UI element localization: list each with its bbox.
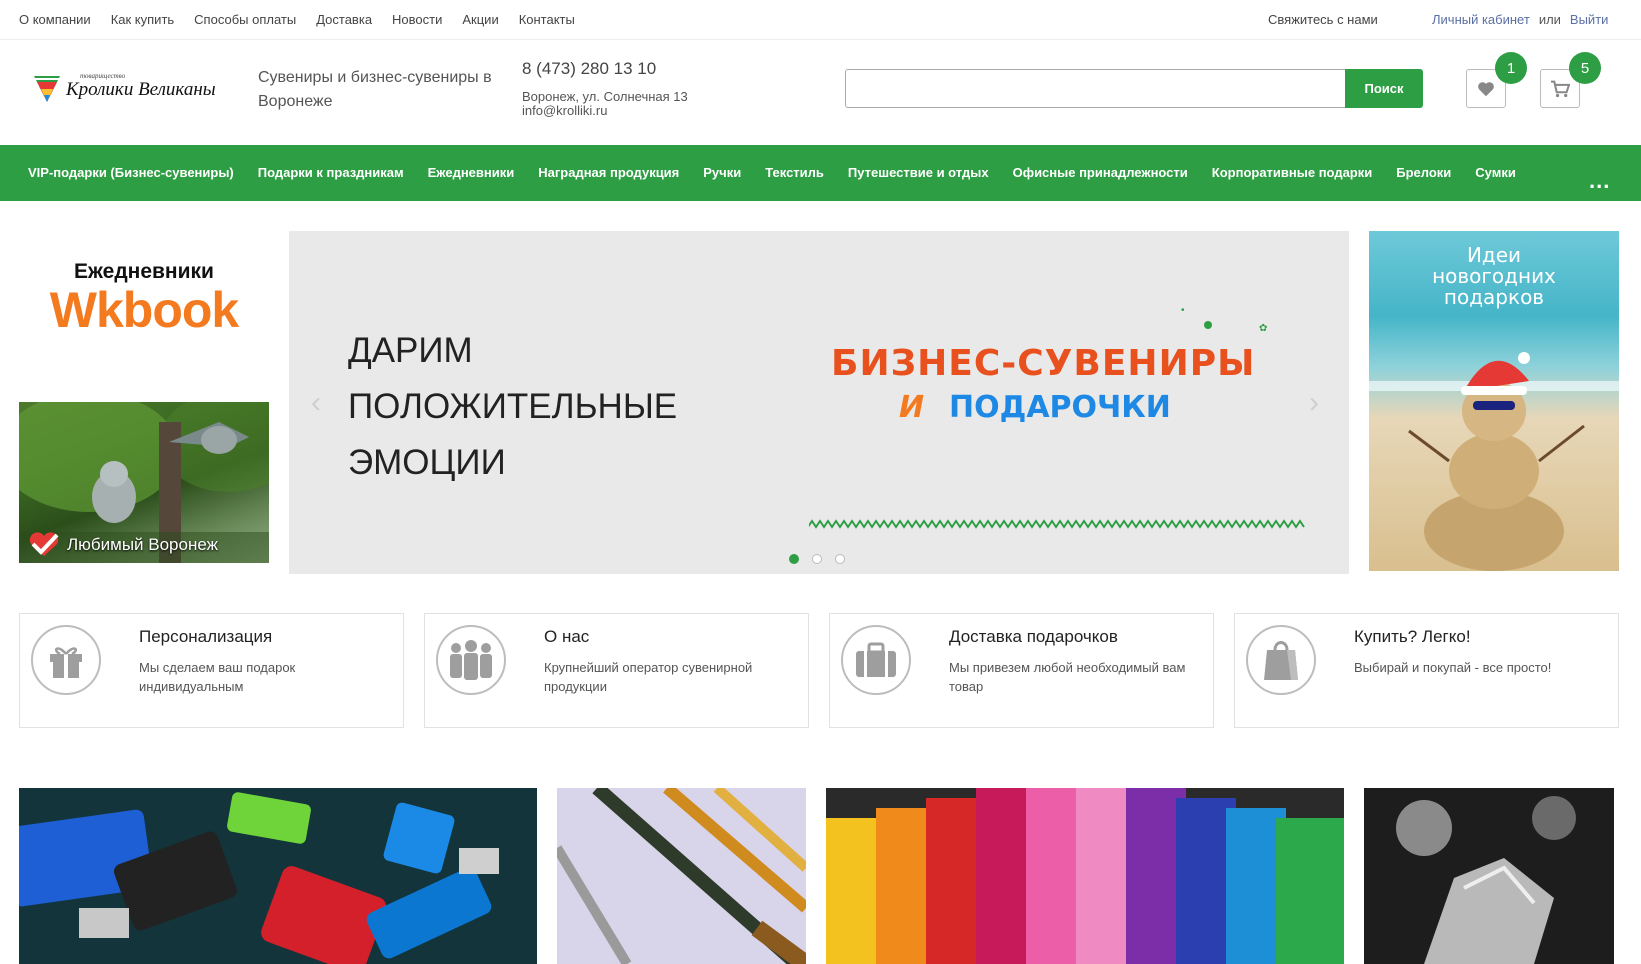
feature-easy-buy[interactable]: Купить? Легко! Выбирай и покупай - все п… <box>1234 613 1619 728</box>
feature-desc: Выбирай и покупай - все просто! <box>1354 660 1552 675</box>
feature-icon-circle <box>436 625 506 695</box>
new-year-gifts-banner[interactable]: Идеи новогодних подарков <box>1369 231 1619 571</box>
feature-desc: Мы сделаем ваш подарок индивидуальным <box>139 660 296 694</box>
slider-art: • ✿ БИЗНЕС-СУВЕНИРЫ И ПОДАРОЧКИ ✿ <box>809 305 1305 529</box>
nav-office[interactable]: Офисные принадлежности <box>1013 165 1188 180</box>
wkbook-subtitle: Ежедневники <box>74 260 214 283</box>
feature-desc: Крупнейший оператор сувенирной продукции <box>544 660 753 694</box>
contact-us-link[interactable]: Свяжитесь с нами <box>1268 12 1378 27</box>
feature-delivery[interactable]: Доставка подарочков Мы привезем любой не… <box>829 613 1214 728</box>
pens-photo <box>557 788 806 964</box>
top-nav: О компании Как купить Способы оплаты Дос… <box>19 12 575 27</box>
slider-dot-2[interactable] <box>812 554 822 564</box>
shopping-bag-icon <box>1264 641 1298 680</box>
headline-line-1: ДАРИМ <box>348 331 473 370</box>
new-year-gifts-label: Идеи новогодних подарков <box>1369 245 1619 308</box>
wkbook-brand: Wkbook <box>49 282 239 338</box>
feature-title: Купить? Легко! <box>1354 627 1471 646</box>
feature-icon-circle <box>1246 625 1316 695</box>
category-keychains[interactable] <box>1364 788 1614 964</box>
feature-icon-circle <box>841 625 911 695</box>
textile-photo <box>826 788 1344 964</box>
promo-line-2: новогодних <box>1432 264 1556 288</box>
gift-icon <box>50 647 82 678</box>
search-input[interactable] <box>845 69 1345 108</box>
headline-line-2: ПОЛОЖИТЕЛЬНЫЕ <box>348 387 678 426</box>
voronezh-banner[interactable]: Любимый Воронеж <box>19 402 269 563</box>
top-nav-news[interactable]: Новости <box>392 12 442 27</box>
art-line-1: БИЗНЕС-СУВЕНИРЫ <box>831 343 1255 384</box>
account-links: Личный кабинет или Выйти <box>1432 12 1608 27</box>
slider-headline: ДАРИМ ПОЛОЖИТЕЛЬНЫЕ ЭМОЦИИ <box>348 323 677 491</box>
promo-line-3: подарков <box>1443 285 1545 309</box>
logout-link[interactable]: Выйти <box>1570 12 1609 27</box>
art-line-2-gifts: ПОДАРОЧКИ <box>949 390 1171 425</box>
people-icon <box>450 640 492 680</box>
cart-count-badge: 5 <box>1569 52 1601 84</box>
art-line-2-and: И <box>899 390 924 425</box>
slider-dots <box>789 554 845 564</box>
feature-personalization[interactable]: Персонализация Мы сделаем ваш подарок ин… <box>19 613 404 728</box>
feature-desc: Мы привезем любой необходимый вам товар <box>949 660 1186 694</box>
wishlist-count-badge: 1 <box>1495 52 1527 84</box>
nav-keychains[interactable]: Брелоки <box>1396 165 1451 180</box>
top-nav-about[interactable]: О компании <box>19 12 91 27</box>
nav-bags[interactable]: Сумки <box>1475 165 1516 180</box>
suitcase-icon <box>856 642 896 677</box>
hero-slider[interactable]: ДАРИМ ПОЛОЖИТЕЛЬНЫЕ ЭМОЦИИ ‹ › • ✿ БИЗНЕ… <box>289 231 1349 574</box>
address-text: Воронеж, ул. Солнечная 13 <box>522 89 688 104</box>
contact-address: Воронеж, ул. Солнечная 13 info@krolliki.… <box>522 90 688 118</box>
personal-cabinet-link[interactable]: Личный кабинет <box>1432 12 1530 27</box>
slider-prev-arrow[interactable]: ‹ <box>311 386 321 420</box>
feature-icon-circle <box>31 625 101 695</box>
account-or-text: или <box>1538 12 1561 27</box>
main-nav-items: VIP-подарки (Бизнес-сувениры) Подарки к … <box>28 165 1516 180</box>
feature-title: О нас <box>544 627 590 646</box>
keychains-photo <box>1364 788 1614 964</box>
cart-icon <box>1551 80 1570 97</box>
feature-title: Персонализация <box>139 627 273 646</box>
promo-line-1: Идеи <box>1466 243 1522 267</box>
usb-drives-photo <box>19 788 537 964</box>
top-nav-delivery[interactable]: Доставка <box>316 12 372 27</box>
nav-diaries[interactable]: Ежедневники <box>428 165 515 180</box>
search-button[interactable]: Поиск <box>1345 69 1423 108</box>
nav-corporate[interactable]: Корпоративные подарки <box>1212 165 1372 180</box>
voronezh-label: Любимый Воронеж <box>67 535 218 554</box>
wkbook-banner[interactable]: Ежедневники Wkbook <box>19 260 269 340</box>
top-bar: О компании Как купить Способы оплаты Дос… <box>0 0 1641 40</box>
nav-more-button[interactable]: ... <box>1589 168 1610 194</box>
heart-check-icon <box>29 532 59 556</box>
logo-text: Кролики Великаны <box>66 79 216 100</box>
nav-vip-gifts[interactable]: VIP-подарки (Бизнес-сувениры) <box>28 165 234 180</box>
category-textile[interactable] <box>826 788 1344 964</box>
top-nav-promotions[interactable]: Акции <box>462 12 498 27</box>
svg-text:•: • <box>1181 305 1185 316</box>
category-usb-drives[interactable] <box>19 788 537 964</box>
slider-dot-1[interactable] <box>789 554 799 564</box>
feature-about-us[interactable]: О нас Крупнейший оператор сувенирной про… <box>424 613 809 728</box>
logo-mark-icon <box>34 76 60 102</box>
slider-dot-3[interactable] <box>835 554 845 564</box>
top-nav-contacts[interactable]: Контакты <box>519 12 575 27</box>
phone-number[interactable]: 8 (473) 280 13 10 <box>522 59 656 79</box>
nav-awards[interactable]: Наградная продукция <box>538 165 679 180</box>
email-link[interactable]: info@krolliki.ru <box>522 104 688 118</box>
nav-textile[interactable]: Текстиль <box>765 165 824 180</box>
top-nav-how-to-buy[interactable]: Как купить <box>111 12 174 27</box>
svg-text:✿: ✿ <box>1259 323 1267 334</box>
heart-icon <box>1478 81 1494 96</box>
nav-travel[interactable]: Путешествие и отдых <box>848 165 989 180</box>
main-nav: VIP-подарки (Бизнес-сувениры) Подарки к … <box>0 145 1641 201</box>
headline-line-3: ЭМОЦИИ <box>348 443 506 482</box>
site-tagline: Сувениры и бизнес-сувениры в Воронеже <box>258 69 492 110</box>
feature-title: Доставка подарочков <box>949 627 1118 646</box>
category-pens[interactable] <box>557 788 806 964</box>
top-nav-payment[interactable]: Способы оплаты <box>194 12 296 27</box>
nav-holiday-gifts[interactable]: Подарки к праздникам <box>258 165 404 180</box>
nav-pens[interactable]: Ручки <box>703 165 741 180</box>
